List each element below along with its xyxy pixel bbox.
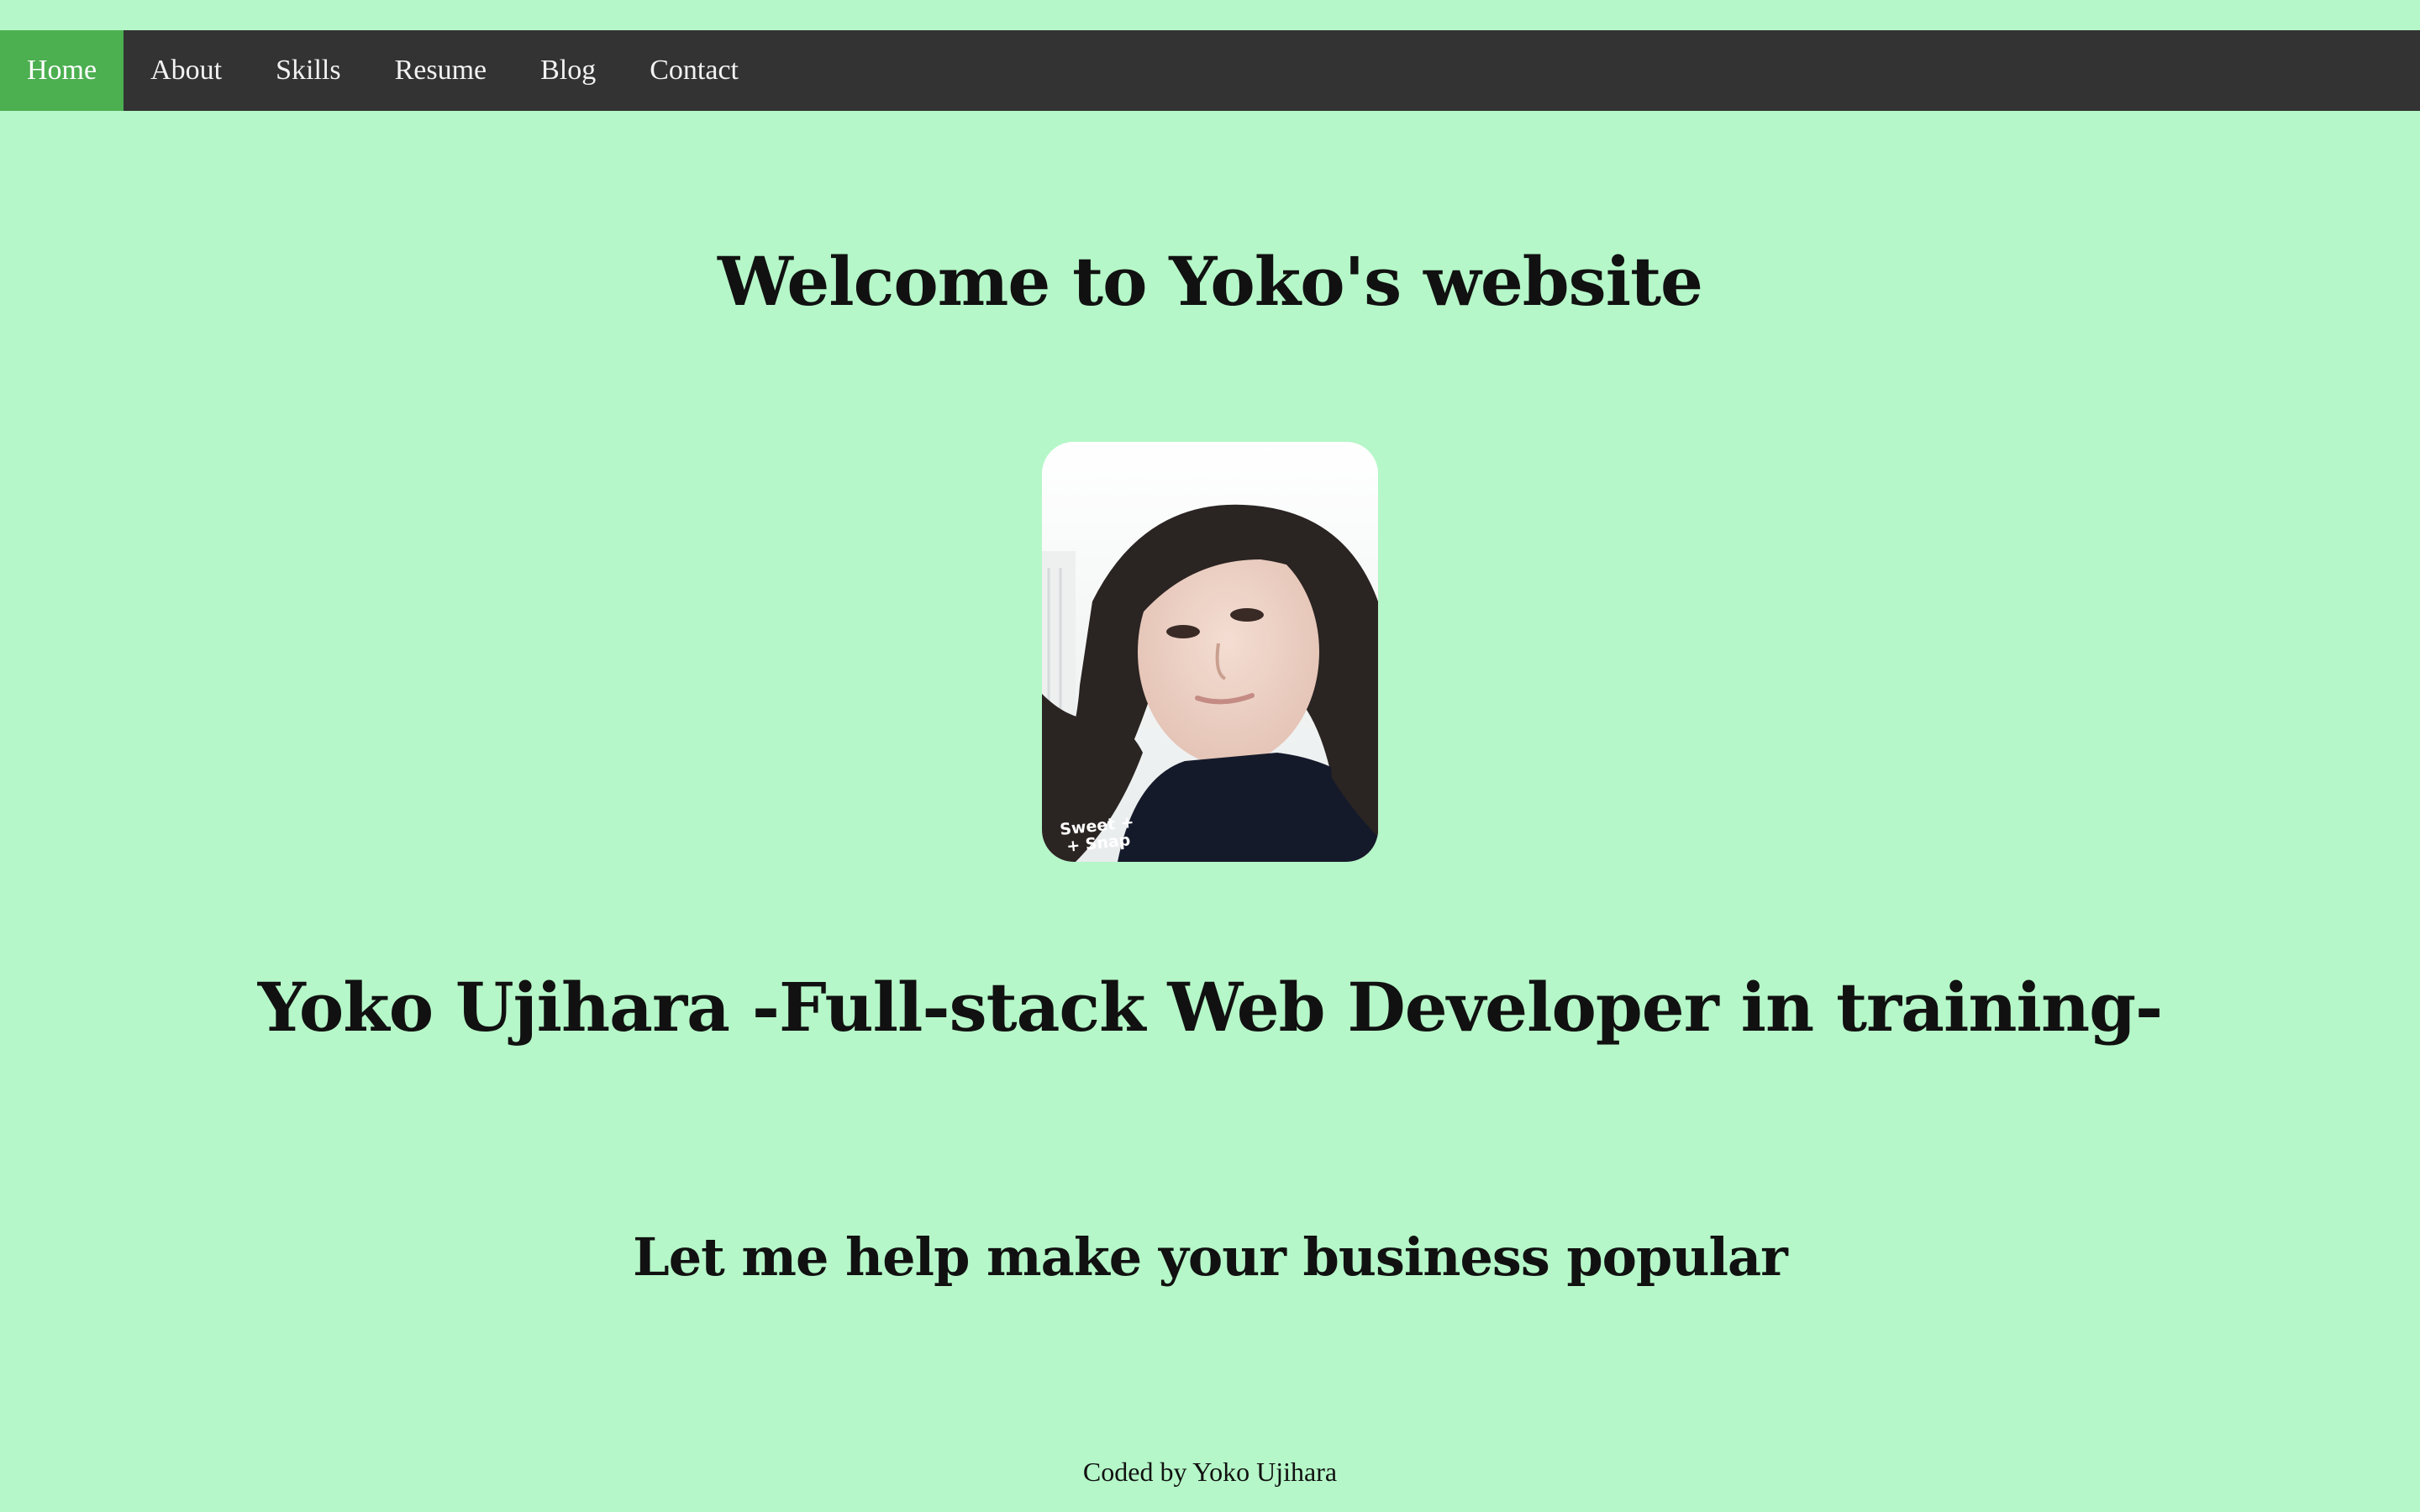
footer-credit: Coded by Yoko Ujihara — [1082, 1457, 1338, 1487]
nav-item-contact[interactable]: Contact — [623, 30, 765, 111]
name-heading: Yoko Ujihara -Full-stack Web Developer i… — [257, 968, 2164, 1047]
nav-item-skills[interactable]: Skills — [249, 30, 367, 111]
nav-item-home[interactable]: Home — [0, 30, 124, 111]
nav-item-blog[interactable]: Blog — [513, 30, 623, 111]
nav-item-about[interactable]: About — [124, 30, 249, 111]
profile-photo: Sweet + + Snap — [1042, 442, 1378, 862]
top-navbar: Home About Skills Resume Blog Contact — [0, 30, 2420, 111]
nav-item-resume[interactable]: Resume — [368, 30, 514, 111]
tagline-heading: Let me help make your business popular — [633, 1226, 1788, 1288]
welcome-heading: Welcome to Yoko's website — [718, 242, 1703, 321]
